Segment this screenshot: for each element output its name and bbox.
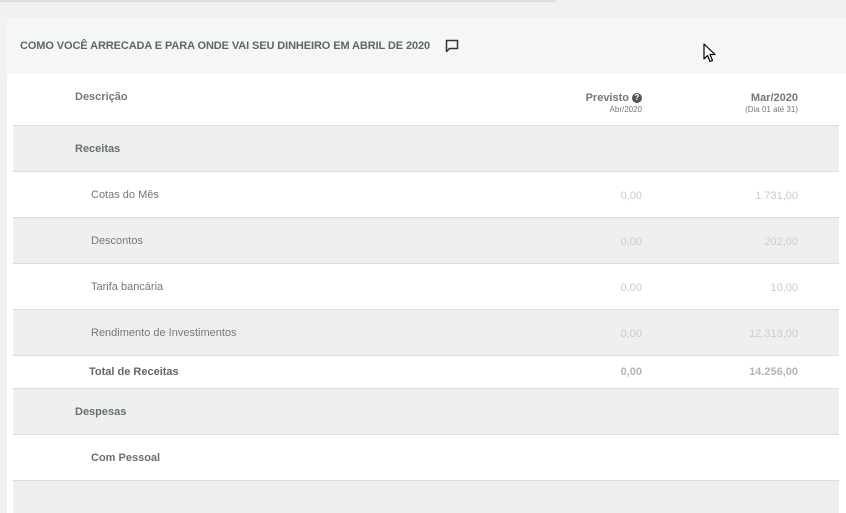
table-row: Rendimento de Investimentos 0,00 12.313,…	[13, 310, 839, 356]
column-header-previsto-period: Abr/2020	[609, 105, 642, 114]
comment-icon[interactable]	[444, 38, 460, 54]
row-previsto-value: 0,00	[620, 281, 642, 294]
help-circle-icon[interactable]: ?	[632, 93, 642, 103]
row-previsto-value: 0,00	[620, 327, 642, 340]
mouse-pointer-icon	[703, 43, 716, 63]
row-label: Cotas do Mês	[91, 188, 159, 201]
table-row: Tarifa bancária 0,00 10,00	[13, 264, 839, 310]
row-previsto-value: 0,00	[620, 189, 642, 202]
budget-table: Descrição Previsto ? Abr/2020 Mar/2020 (…	[13, 74, 839, 513]
column-header-description: Descrição	[75, 91, 128, 103]
section-title: COMO VOCÊ ARRECADA E PARA ONDE VAI SEU D…	[20, 40, 431, 52]
section-row-despesas: Despesas	[13, 389, 839, 435]
column-header-month-range: (Dia 01 até 31)	[745, 105, 798, 114]
total-month-value: 14.256,00	[749, 366, 798, 378]
subsection-label: Com Pessoal	[91, 451, 161, 464]
table-row: Cotas do Mês 0,00 1.731,00	[13, 172, 839, 218]
subsection-row-com-pessoal: Com Pessoal	[13, 435, 839, 481]
row-month-value: 10,00	[770, 281, 798, 294]
row-previsto-value: 0,00	[620, 235, 642, 248]
top-card-edge	[0, 0, 556, 2]
total-label: Total de Receitas	[89, 366, 179, 378]
section-label: Despesas	[75, 405, 127, 418]
row-label: Tarifa bancária	[91, 280, 164, 293]
row-month-value: 1.731,00	[755, 189, 798, 202]
row-month-value: 202,00	[764, 235, 798, 248]
column-header-previsto: Previsto ? Abr/2020	[586, 92, 642, 114]
table-header: Descrição Previsto ? Abr/2020 Mar/2020 (…	[13, 74, 839, 126]
row-label: Rendimento de Investimentos	[91, 326, 237, 339]
row-label: Descontos	[91, 234, 143, 247]
total-previsto-value: 0,00	[620, 366, 642, 378]
column-header-month-label: Mar/2020	[750, 92, 798, 104]
row-month-value: 12.313,00	[749, 327, 798, 340]
column-header-previsto-label: Previsto	[585, 92, 629, 104]
total-row-receitas: Total de Receitas 0,00 14.256,00	[13, 356, 839, 389]
section-label: Receitas	[75, 142, 121, 155]
table-row: Descontos 0,00 202,00	[13, 218, 839, 264]
column-header-month: Mar/2020 (Dia 01 até 31)	[745, 92, 798, 114]
table-row	[13, 481, 839, 513]
section-row-receitas: Receitas	[13, 126, 839, 172]
panel-header: COMO VOCÊ ARRECADA E PARA ONDE VAI SEU D…	[7, 18, 846, 74]
